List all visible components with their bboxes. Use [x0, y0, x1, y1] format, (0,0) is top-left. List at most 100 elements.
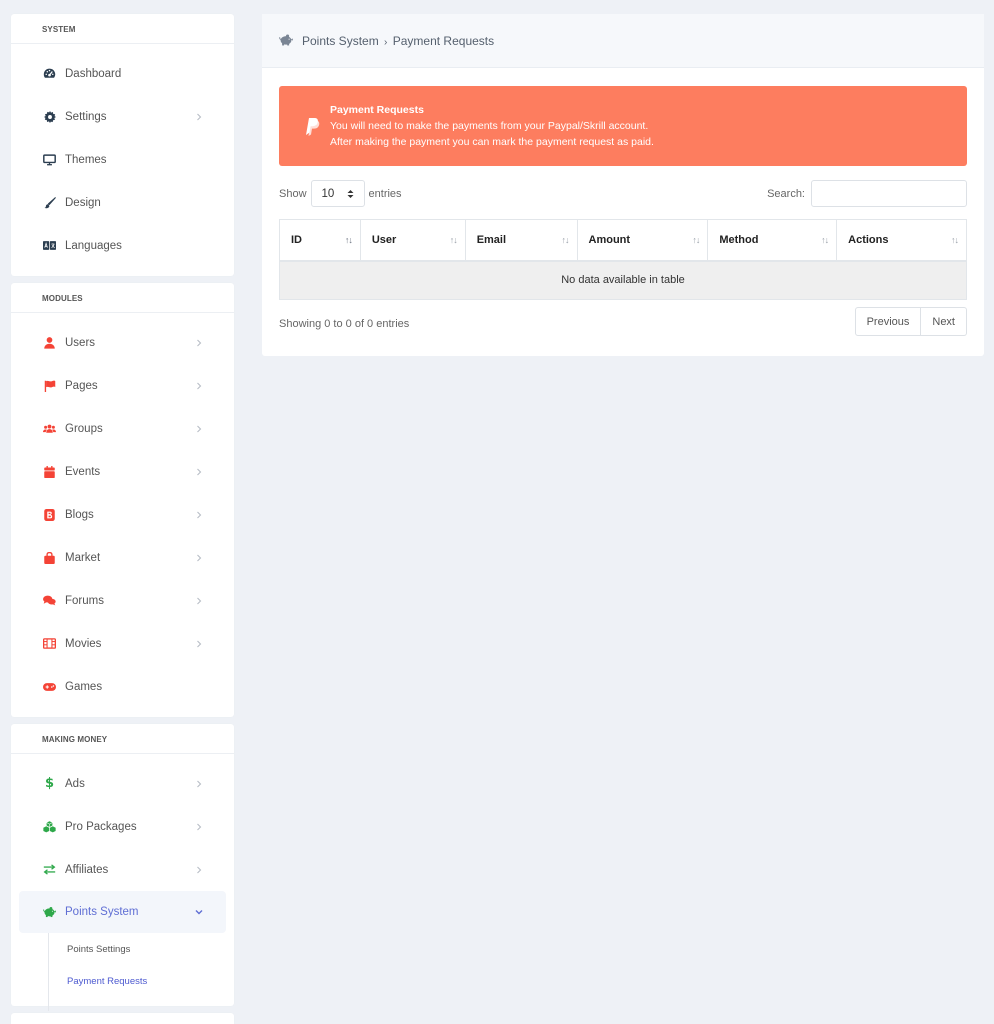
column-header-label: Actions	[848, 233, 889, 246]
sidebar-item-market[interactable]: Market	[11, 536, 234, 579]
column-header-id[interactable]: ID ↑↓	[279, 219, 361, 262]
subnav-item-label: Payment Requests	[67, 975, 148, 987]
gamepad-icon	[43, 680, 56, 693]
sidebar-item-label: Pages	[65, 379, 98, 392]
entries-label: entries	[368, 187, 402, 200]
sidebar-next-card	[11, 1013, 234, 1024]
sort-icon: ↑↓	[449, 235, 458, 245]
info-alert: Payment Requests You will need to make t…	[279, 86, 967, 166]
sidebar-item-pages[interactable]: Pages	[11, 364, 234, 407]
column-header-email[interactable]: Email ↑↓	[464, 219, 578, 262]
column-header-label: ID	[291, 233, 302, 246]
sidebar-item-design[interactable]: Design	[11, 181, 234, 224]
alert-title: Payment Requests	[330, 104, 424, 116]
chevron-right-icon	[197, 113, 202, 120]
column-header-method[interactable]: Method ↑↓	[707, 219, 838, 262]
points-system-subnav: Points Settings Payment Requests	[11, 933, 234, 1011]
sidebar-item-themes[interactable]: Themes	[11, 138, 234, 181]
sidebar-section-title-making-money: MAKING MONEY	[11, 724, 234, 754]
sidebar-item-groups[interactable]: Groups	[11, 407, 234, 450]
chevron-right-icon	[197, 597, 202, 604]
empty-table-message: No data available in table	[279, 260, 967, 300]
chevron-right-icon	[197, 511, 202, 518]
table-header-row: ID ↑↓ User ↑↓ Email ↑↓ Amount ↑↓ Method ↑↓ Ac…	[279, 219, 967, 262]
language-icon	[43, 239, 56, 252]
alert-text: Payment Requests You will need to make t…	[330, 102, 654, 150]
sidebar-item-blogs[interactable]: Blogs	[11, 493, 234, 536]
sidebar-item-label: Dashboard	[65, 67, 122, 80]
sidebar-item-label: Pro Packages	[65, 820, 137, 833]
sidebar-item-settings[interactable]: Settings	[11, 95, 234, 138]
calendar-icon	[43, 465, 56, 478]
sort-icon: ↑↓	[344, 235, 353, 245]
page-size-select[interactable]: 10	[310, 180, 365, 207]
breadcrumb-section[interactable]: Points System	[302, 34, 379, 48]
sidebar-item-label: Games	[65, 680, 103, 693]
sidebar-item-label: Settings	[65, 110, 107, 123]
comments-icon	[43, 594, 56, 607]
chevron-right-icon	[197, 339, 202, 346]
sidebar-item-users[interactable]: Users	[11, 321, 234, 364]
sidebar-item-games[interactable]: Games	[11, 665, 234, 708]
sidebar-item-dashboard[interactable]: Dashboard	[11, 52, 234, 95]
cubes-icon	[43, 820, 56, 833]
sidebar-item-label: Movies	[65, 637, 102, 650]
sidebar-item-movies[interactable]: Movies	[11, 622, 234, 665]
breadcrumb: Points System › Payment Requests	[302, 34, 494, 48]
sidebar-item-points-system[interactable]: Points System	[19, 891, 226, 933]
column-header-user[interactable]: User ↑↓	[359, 219, 466, 262]
sidebar-item-ads[interactable]: $ Ads	[11, 762, 234, 805]
dashboard-icon	[43, 67, 56, 80]
users-icon	[43, 422, 56, 435]
sort-caret-icon	[347, 190, 354, 198]
dollar-icon: $	[44, 776, 55, 791]
column-header-amount[interactable]: Amount ↑↓	[576, 219, 709, 262]
sidebar-section-title-system: SYSTEM	[11, 14, 234, 44]
chevron-right-icon	[197, 866, 202, 873]
table-row: No data available in table	[279, 260, 967, 300]
blog-icon	[43, 508, 56, 521]
sidebar-item-events[interactable]: Events	[11, 450, 234, 493]
alert-line-2: After making the payment you can mark th…	[330, 136, 654, 148]
sidebar-item-languages[interactable]: Languages	[11, 224, 234, 267]
sidebar-item-affiliates[interactable]: Affiliates	[11, 848, 234, 891]
subnav-line	[48, 933, 49, 1011]
search-control: Search:	[767, 180, 967, 207]
film-icon	[43, 637, 56, 650]
sidebar-modules-card: MODULES Users Pages Groups Events Blogs …	[11, 283, 234, 717]
subnav-item-label: Points Settings	[67, 943, 131, 955]
sidebar-item-label: Groups	[65, 422, 103, 435]
sidebar-item-label: Points System	[65, 906, 139, 918]
chevron-right-icon	[197, 640, 202, 647]
paypal-icon	[300, 115, 322, 137]
column-header-actions[interactable]: Actions ↑↓	[836, 219, 967, 262]
chevron-down-icon	[195, 910, 203, 915]
chevron-right-icon	[197, 823, 202, 830]
page-title: Payment Requests	[392, 33, 495, 48]
page-size-value: 10	[321, 187, 335, 200]
search-input[interactable]	[811, 180, 967, 207]
shopping-bag-icon	[43, 551, 56, 564]
column-header-label: Email	[476, 233, 507, 246]
column-header-label: User	[371, 233, 397, 246]
alert-line-1: You will need to make the payments from …	[330, 120, 649, 132]
search-label: Search:	[767, 187, 805, 200]
chevron-right-icon	[197, 425, 202, 432]
sidebar-item-label: Forums	[65, 594, 104, 607]
sidebar-item-label: Affiliates	[65, 863, 109, 876]
page-header: Points System › Payment Requests	[262, 14, 984, 68]
breadcrumb-separator: ›	[384, 36, 388, 48]
sort-icon: ↑↓	[692, 235, 700, 245]
sidebar-item-label: Events	[65, 465, 101, 478]
sidebar-item-forums[interactable]: Forums	[11, 579, 234, 622]
show-label: Show	[279, 187, 307, 200]
previous-button[interactable]: Previous	[854, 307, 922, 336]
sidebar-system-card: SYSTEM Dashboard Settings Themes Design	[11, 14, 234, 276]
main-panel: Points System › Payment Requests Payment…	[262, 14, 984, 356]
sort-icon: ↑↓	[561, 235, 570, 245]
subnav-item-payment-requests[interactable]: Payment Requests	[11, 965, 234, 997]
sidebar-item-pro-packages[interactable]: Pro Packages	[11, 805, 234, 848]
subnav-item-points-settings[interactable]: Points Settings	[11, 933, 234, 965]
next-button[interactable]: Next	[921, 307, 967, 336]
flag-icon	[43, 379, 56, 392]
